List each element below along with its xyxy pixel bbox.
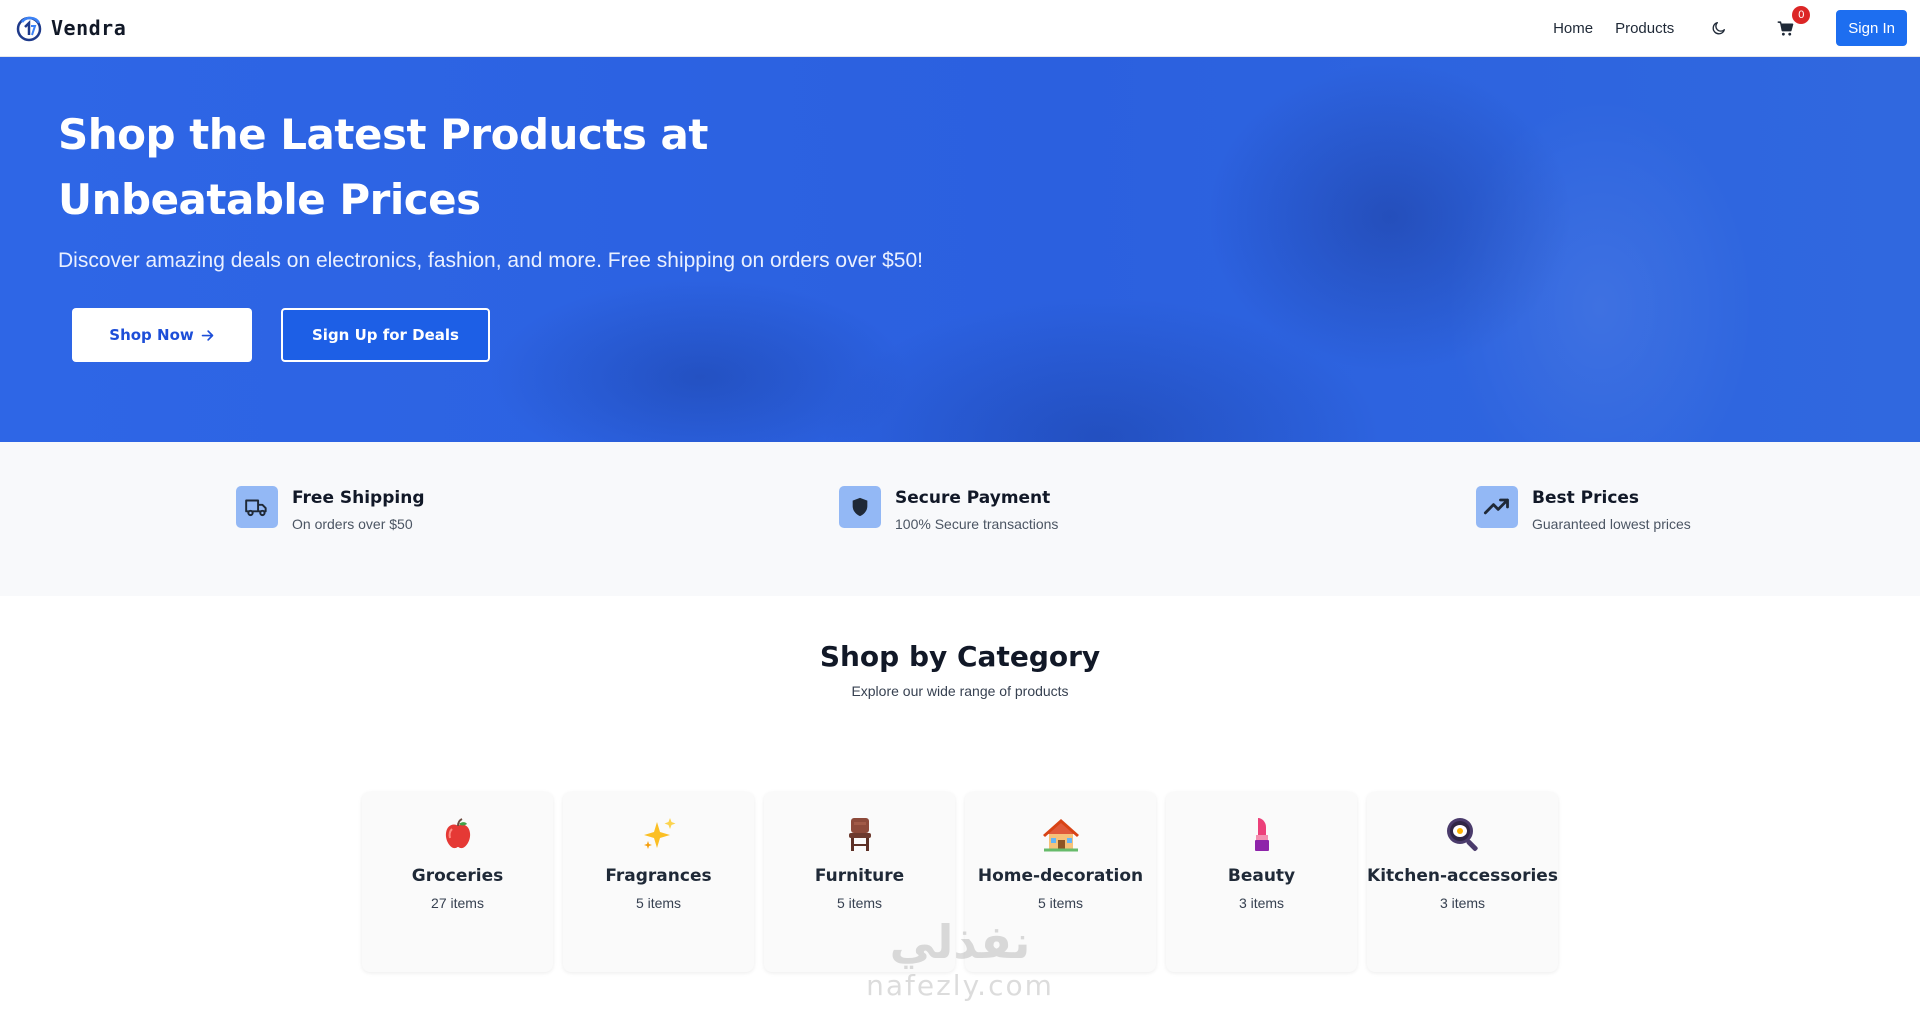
- category-count: 5 items: [635, 895, 682, 911]
- feature-best-prices: Best Prices Guaranteed lowest prices: [1476, 486, 1691, 532]
- feature-title: Secure Payment: [895, 488, 1051, 508]
- hero-actions: Shop Now Sign Up for Deals: [72, 308, 490, 362]
- feature-subtitle: On orders over $50: [292, 516, 413, 532]
- truck-icon: [245, 499, 267, 517]
- category-name: Groceries: [411, 866, 504, 886]
- category-name: Fragrances: [605, 866, 712, 886]
- feature-subtitle: Guaranteed lowest prices: [1532, 516, 1691, 532]
- feature-title: Best Prices: [1532, 488, 1640, 508]
- cart-button[interactable]: 0: [1770, 6, 1811, 43]
- categories-title: Shop by Category: [819, 640, 1101, 673]
- categories-header: Shop by Category Explore our wide range …: [0, 640, 1920, 699]
- categories-subtitle: Explore our wide range of products: [851, 683, 1069, 699]
- category-count: 3 items: [1439, 895, 1486, 911]
- moon-icon: [1712, 22, 1726, 35]
- category-name: Home-decoration: [977, 866, 1144, 886]
- category-name: Furniture: [814, 866, 905, 886]
- feature-title: Free Shipping: [292, 488, 425, 508]
- category-name: Kitchen-accessories: [1367, 866, 1558, 886]
- hero-banner: Shop the Latest Products at Unbeatable P…: [0, 57, 1920, 442]
- hero-title: Shop the Latest Products at Unbeatable P…: [58, 110, 708, 224]
- feature-secure-payment: Secure Payment 100% Secure transactions: [839, 486, 1058, 532]
- lipstick-icon: [1254, 818, 1269, 851]
- nav-right: Home Products 0 Sign In: [1553, 6, 1907, 46]
- category-count: 3 items: [1238, 895, 1285, 911]
- vendra-logo-icon: [16, 16, 42, 42]
- watermark: نفذلي nafezly.com: [850, 915, 1070, 1002]
- sign-in-button[interactable]: Sign In: [1836, 10, 1907, 46]
- brand-name: Vendra: [51, 16, 127, 40]
- category-name: Beauty: [1227, 866, 1296, 886]
- sparkles-icon: [643, 818, 675, 849]
- theme-toggle-button[interactable]: [1704, 13, 1734, 43]
- category-card-kitchen-accessories[interactable]: Kitchen-accessories 3 items: [1367, 792, 1558, 972]
- trending-up-icon: [1483, 498, 1509, 515]
- shop-now-label: Shop Now: [109, 326, 194, 344]
- category-count: 5 items: [1037, 895, 1084, 911]
- feature-icon-box: [1476, 486, 1518, 528]
- features-strip: Free Shipping On orders over $50 Secure …: [0, 442, 1920, 596]
- category-card-groceries[interactable]: Groceries 27 items: [362, 792, 553, 972]
- navbar: Vendra Home Products 0 Sign In: [0, 0, 1920, 57]
- category-count: 5 items: [836, 895, 883, 911]
- nav-link-products[interactable]: Products: [1615, 20, 1674, 37]
- cart-count-badge: 0: [1792, 6, 1811, 24]
- house-icon: [1042, 819, 1079, 852]
- hero-content: Shop the Latest Products at Unbeatable P…: [58, 57, 958, 362]
- arrow-right-icon: [201, 329, 214, 341]
- hero-subtitle: Discover amazing deals on electronics, f…: [58, 249, 923, 272]
- brand[interactable]: Vendra: [14, 13, 126, 43]
- cart-icon: [1777, 20, 1794, 36]
- shop-now-button[interactable]: Shop Now: [72, 308, 252, 362]
- feature-free-shipping: Free Shipping On orders over $50: [236, 486, 425, 532]
- nav-link-home[interactable]: Home: [1553, 20, 1593, 37]
- frying-pan-icon: [1446, 818, 1478, 851]
- category-card-fragrances[interactable]: Fragrances 5 items: [563, 792, 754, 972]
- apple-icon: [445, 818, 470, 849]
- watermark-latin: nafezly.com: [866, 969, 1054, 1002]
- feature-icon-box: [839, 486, 881, 528]
- category-card-beauty[interactable]: Beauty 3 items: [1166, 792, 1357, 972]
- feature-subtitle: 100% Secure transactions: [895, 516, 1059, 532]
- feature-icon-box: [236, 486, 278, 528]
- watermark-arabic: نفذلي: [889, 915, 1031, 969]
- shield-icon: [852, 497, 868, 517]
- chair-icon: [848, 818, 871, 851]
- sign-up-deals-button[interactable]: Sign Up for Deals: [281, 308, 490, 362]
- category-count: 27 items: [431, 895, 484, 911]
